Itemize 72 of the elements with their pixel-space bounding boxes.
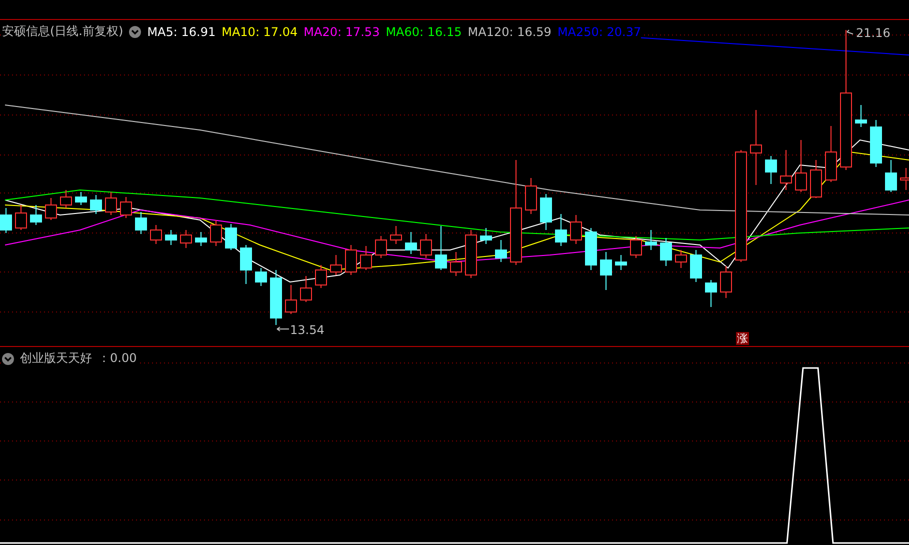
candlestick [675, 250, 687, 268]
candlestick [210, 220, 222, 246]
candlestick [465, 230, 477, 278]
candlestick [105, 192, 117, 216]
candlestick [390, 226, 402, 244]
candlestick [285, 284, 297, 314]
candlestick [780, 150, 792, 190]
candlestick [360, 246, 372, 270]
candlestick [270, 270, 282, 326]
candlestick [660, 238, 672, 266]
candlestick [795, 140, 807, 192]
candlestick [645, 230, 657, 250]
candlestick [135, 212, 147, 234]
candlestick [885, 160, 897, 192]
candlestick [525, 178, 537, 214]
candlestick [330, 254, 342, 276]
collapse-icon[interactable] [129, 26, 142, 38]
candlestick [570, 214, 582, 244]
pointer-icon [276, 326, 290, 332]
candlestick [720, 266, 732, 298]
candlestick [45, 198, 57, 220]
candlestick [345, 244, 357, 276]
candlestick [420, 234, 432, 258]
candlestick [60, 190, 72, 208]
moving-average-value: MA60: 16.15 [386, 24, 462, 38]
candlestick [870, 120, 882, 168]
candlestick [810, 160, 822, 198]
candlestick [630, 236, 642, 258]
candlestick [600, 252, 612, 290]
candlestick [765, 156, 777, 184]
candlestick [15, 204, 27, 230]
high-price-label: 21.16 [856, 26, 890, 40]
moving-average-value: MA120: 16.59 [468, 24, 552, 38]
candlestick [540, 194, 552, 230]
candlestick [690, 250, 702, 282]
moving-average-value: MA10: 17.04 [222, 24, 298, 38]
candlestick [255, 268, 267, 286]
moving-average-value: MA20: 17.53 [304, 24, 380, 38]
candlestick [120, 196, 132, 218]
candlestick [855, 104, 867, 128]
collapse-icon[interactable] [2, 352, 14, 364]
candlestick [0, 208, 12, 234]
chart-title: 安硕信息(日线.前复权) [2, 23, 124, 40]
candlestick [480, 228, 492, 244]
candlestick [405, 232, 417, 254]
candlestick [300, 276, 312, 302]
candlestick [375, 236, 387, 258]
candlestick [615, 254, 627, 270]
rise-badge: 涨 [736, 332, 749, 345]
candlestick [195, 232, 207, 246]
moving-average-value: MA250: 20.37 [557, 24, 642, 38]
candlestick [165, 230, 177, 246]
candlestick [585, 228, 597, 270]
candlestick [315, 264, 327, 288]
candlestick [90, 194, 102, 214]
candlestick [240, 244, 252, 284]
candlestick [825, 126, 837, 182]
candlestick [435, 226, 447, 270]
candlestick [225, 224, 237, 250]
indicator-title: 创业版天天好 [20, 350, 92, 367]
candlestick [555, 214, 567, 246]
candlestick [30, 204, 42, 226]
candlestick [450, 252, 462, 276]
pointer-icon [846, 30, 854, 34]
candlestick [495, 240, 507, 262]
low-price-label: 13.54 [290, 323, 324, 337]
candlestick [705, 280, 717, 308]
indicator-value: ：0.00 [98, 350, 137, 367]
candlestick [75, 192, 87, 206]
moving-average-value: MA5: 16.91 [147, 24, 216, 38]
candlestick [150, 224, 162, 244]
candlestick [180, 230, 192, 248]
